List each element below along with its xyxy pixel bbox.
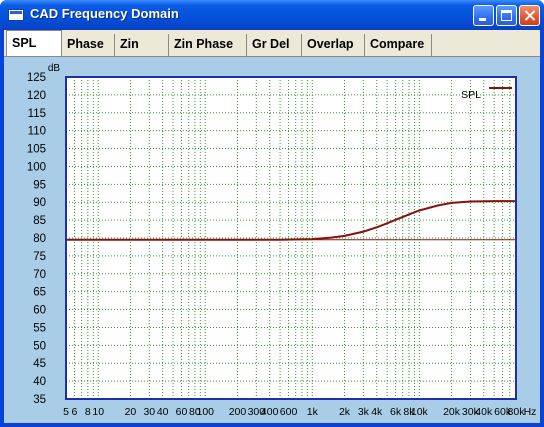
tab-strip: SPL Phase Zin Zin Phase Gr Del Overlap C… [4, 30, 540, 57]
minimize-button[interactable] [473, 5, 494, 26]
x-tick-label: 10k [411, 406, 429, 418]
x-tick-label: 200 [229, 406, 247, 418]
tab-overlap[interactable]: Overlap [302, 34, 365, 56]
y-tick-label: 80 [33, 233, 46, 245]
tab-spl[interactable]: SPL [6, 30, 62, 57]
title-bar[interactable]: CAD Frequency Domain [0, 0, 544, 30]
application-window: CAD Frequency Domain SPL Phase Zin Zin P… [0, 0, 544, 427]
x-axis-unit-label: Hz [524, 406, 537, 418]
tab-phase[interactable]: Phase [62, 34, 115, 56]
x-tick-label: 100 [196, 406, 214, 418]
x-tick-label: 4k [371, 406, 383, 418]
x-tick-label: 40 [157, 406, 169, 418]
x-tick-label: 6k [390, 406, 402, 418]
x-tick-label: 10 [92, 406, 104, 418]
x-tick-label: 3k [358, 406, 370, 418]
x-tick-label: 2k [339, 406, 351, 418]
y-tick-label: 75 [33, 251, 46, 263]
y-axis-unit-label: dB [48, 63, 61, 74]
client-area: SPL Phase Zin Zin Phase Gr Del Overlap C… [4, 30, 540, 423]
x-tick-label: 600 [280, 406, 298, 418]
y-tick-label: 35 [33, 394, 46, 406]
y-tick-label: 65 [33, 287, 46, 299]
x-tick-label: 40k [475, 406, 493, 418]
x-tick-label: 1k [307, 406, 319, 418]
tab-gr-del[interactable]: Gr Del [247, 34, 302, 56]
y-tick-label: 70 [33, 269, 46, 281]
y-tick-label: 90 [33, 197, 46, 209]
tab-zin[interactable]: Zin [115, 34, 169, 56]
tab-zin-phase[interactable]: Zin Phase [169, 34, 247, 56]
y-tick-label: 125 [27, 72, 46, 84]
close-button[interactable] [519, 5, 540, 26]
spl-tab-panel: dB 125 120 115 110 105 100 95 90 85 80 75 70 65 60 55 50… [4, 57, 540, 423]
y-tick-label: 50 [33, 340, 46, 352]
x-tick-label: 6 [72, 406, 78, 418]
y-tick-label: 110 [28, 126, 46, 138]
x-tick-label: 400 [261, 406, 279, 418]
x-tick-label: 30 [143, 406, 155, 418]
y-tick-label: 60 [33, 305, 46, 317]
y-tick-label: 115 [28, 108, 46, 120]
x-tick-label: 20k [443, 406, 461, 418]
legend-label: SPL [461, 89, 481, 101]
maximize-button[interactable] [496, 5, 517, 26]
window-app-icon[interactable] [8, 9, 24, 21]
y-tick-label: 120 [27, 90, 46, 102]
spl-chart: dB12512011511010510095908580757065605550… [27, 63, 537, 418]
y-tick-label: 105 [27, 144, 46, 156]
x-tick-label: 20 [125, 406, 137, 418]
x-tick-label: 80k [508, 406, 526, 418]
y-tick-label: 95 [33, 179, 46, 191]
window-title: CAD Frequency Domain [30, 6, 179, 21]
y-tick-label: 100 [27, 161, 46, 173]
y-tick-label: 45 [33, 358, 46, 370]
x-tick-label: 5 [63, 406, 69, 418]
x-tick-label: 8 [85, 406, 91, 418]
y-tick-label: 40 [33, 376, 46, 388]
x-tick-label: 60 [176, 406, 188, 418]
y-tick-label: 55 [33, 322, 46, 334]
tab-compare[interactable]: Compare [365, 34, 432, 56]
y-tick-label: 85 [33, 215, 46, 227]
